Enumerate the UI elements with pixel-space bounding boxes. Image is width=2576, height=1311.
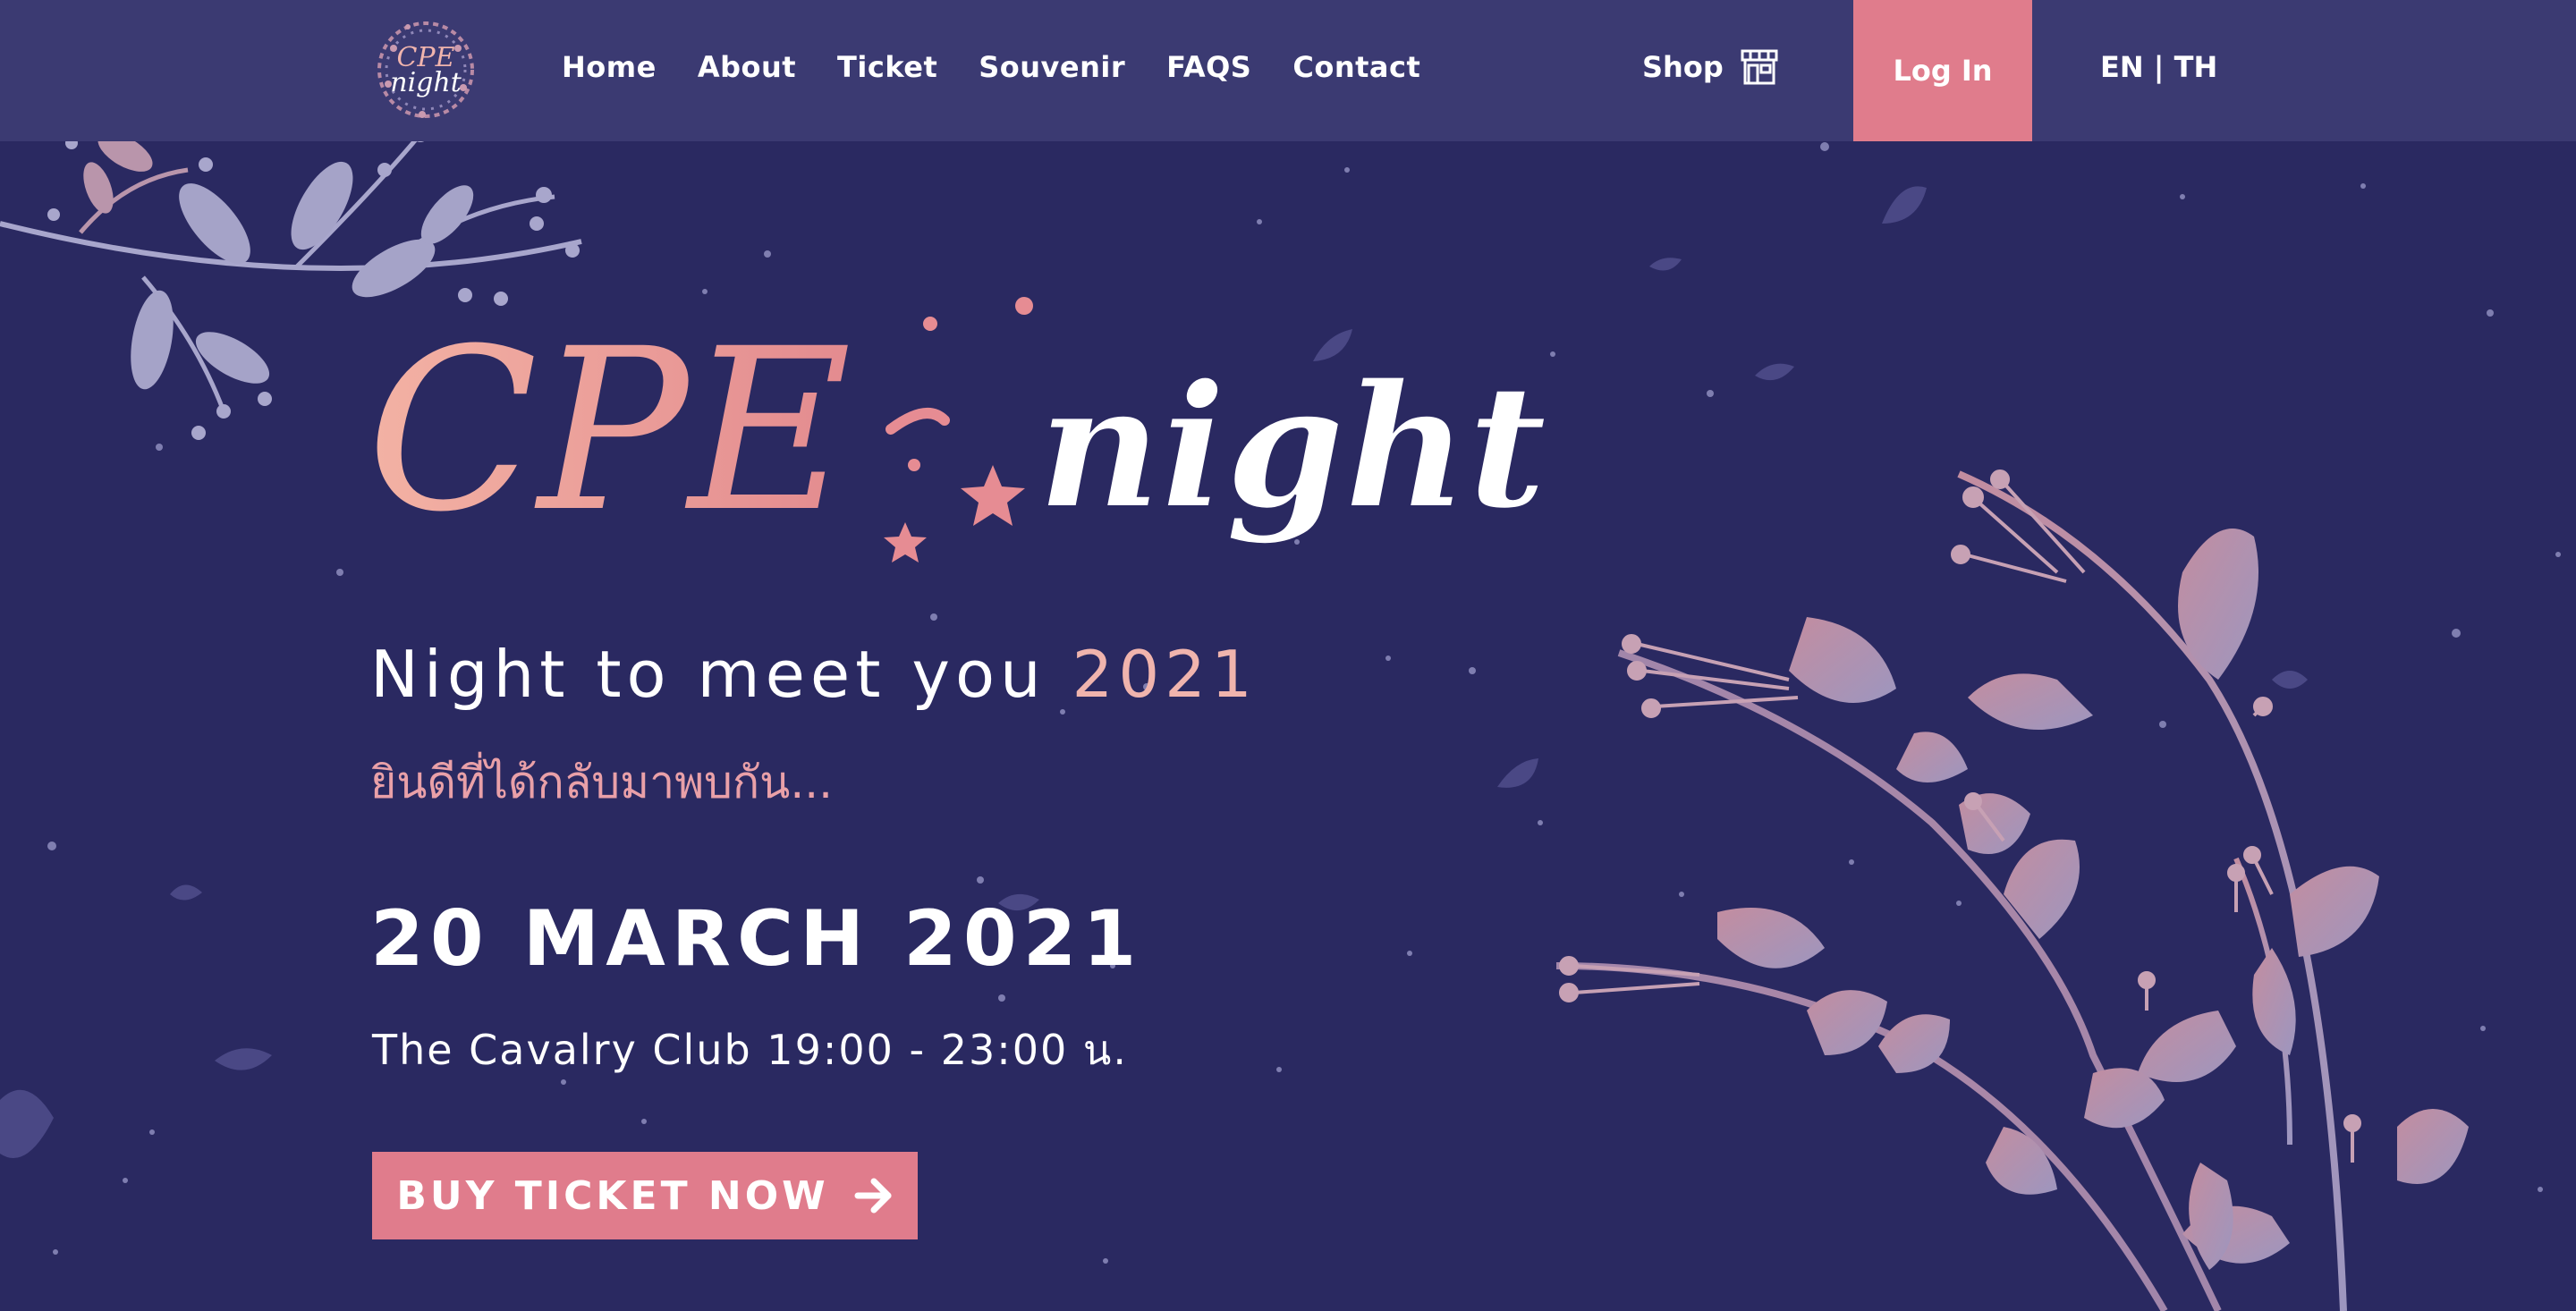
hero-tagline-thai: ยินดีที่ได้กลับมาพบกัน... [370,757,834,808]
hero-title-cpe: CPE [367,300,852,561]
buy-ticket-label: BUY TICKET NOW [396,1172,829,1219]
hero-tagline: Night to meet you 2021 [370,637,1258,712]
nav-contact[interactable]: Contact [1292,50,1420,84]
language-switcher[interactable]: EN | TH [2100,0,2217,134]
nav-home[interactable]: Home [562,50,657,84]
buy-ticket-button[interactable]: BUY TICKET NOW [372,1152,918,1239]
star-icon [961,465,1025,526]
main-nav: Home About Ticket Souvenir FAQS Contact [562,0,1462,134]
nav-faqs[interactable]: FAQS [1166,50,1251,84]
cpe-night-logo[interactable]: CPE night [369,13,483,127]
moon-icon [970,331,1020,402]
shop-label: Shop [1642,50,1724,84]
hero-title-night: night [1038,347,1546,546]
hero-title-logo: CPE night [367,297,1547,562]
event-date: 20 MARCH 2021 [370,894,1143,984]
tagline-main: Night to meet you [370,637,1046,712]
shop-link[interactable]: Shop [1642,0,1779,134]
event-venue: The Cavalry Club 19:00 - 23:00 น. [372,1026,1128,1074]
arrow-right-icon [854,1178,892,1214]
store-icon [1741,49,1778,85]
tagline-year: 2021 [1072,637,1258,712]
right-branch [1555,469,2469,1311]
top-navbar: CPE night Home About Ticket Souvenir FAQ… [0,0,2576,141]
nav-about[interactable]: About [698,50,796,84]
nav-souvenir[interactable]: Souvenir [979,50,1125,84]
logo-text-night: night [390,67,462,98]
star-icon [884,522,927,562]
login-button[interactable]: Log In [1853,0,2032,141]
nav-ticket[interactable]: Ticket [837,50,937,84]
